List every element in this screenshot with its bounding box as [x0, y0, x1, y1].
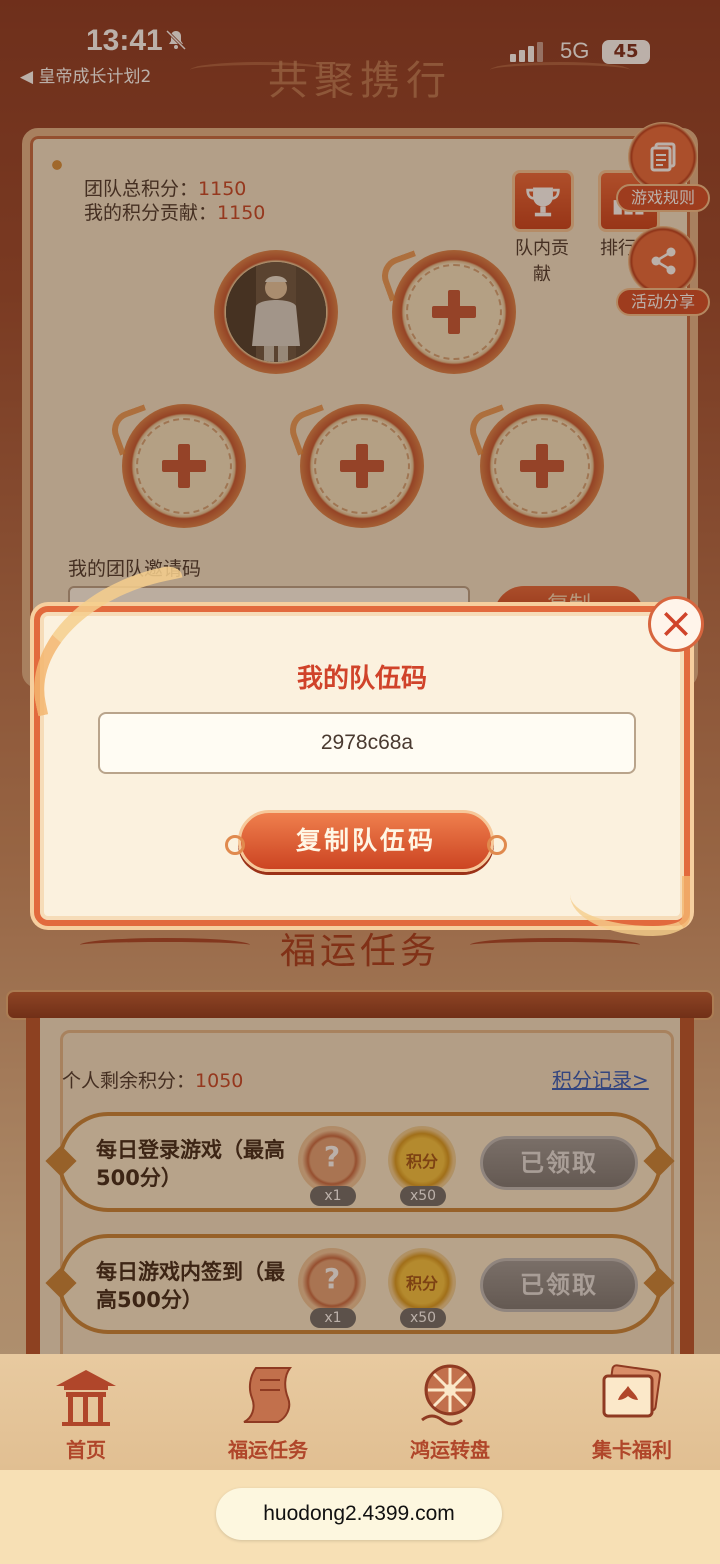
bottom-nav: 首页 福运任务 鸿运转盘 集卡福利	[0, 1354, 720, 1470]
team-code-field[interactable]: 2978c68a	[98, 712, 636, 774]
page-root: 13:41 ◀ 皇帝成长计划2 5G 45 共聚携行 团队总积分：1150 我的…	[0, 0, 720, 1564]
nav-lucky-wheel[interactable]: 鸿运转盘	[360, 1354, 540, 1470]
pavilion-icon	[56, 1370, 116, 1426]
cards-icon	[602, 1364, 662, 1418]
browser-toolbar: huodong2.4399.com	[0, 1470, 720, 1564]
scroll-icon	[243, 1367, 292, 1423]
url-bar[interactable]: huodong2.4399.com	[216, 1488, 502, 1540]
nav-card-collection[interactable]: 集卡福利	[542, 1354, 720, 1470]
close-modal-button[interactable]	[648, 596, 704, 652]
close-icon	[664, 612, 688, 636]
wheel-icon	[421, 1364, 476, 1426]
team-code-modal: 我的队伍码 2978c68a 复制队伍码	[13, 563, 690, 936]
nav-fortune-tasks[interactable]: 福运任务	[178, 1354, 358, 1470]
copy-team-code-button[interactable]: 复制队伍码	[225, 810, 507, 872]
nav-home[interactable]: 首页	[0, 1354, 176, 1470]
modal-title: 我的队伍码	[296, 664, 427, 694]
